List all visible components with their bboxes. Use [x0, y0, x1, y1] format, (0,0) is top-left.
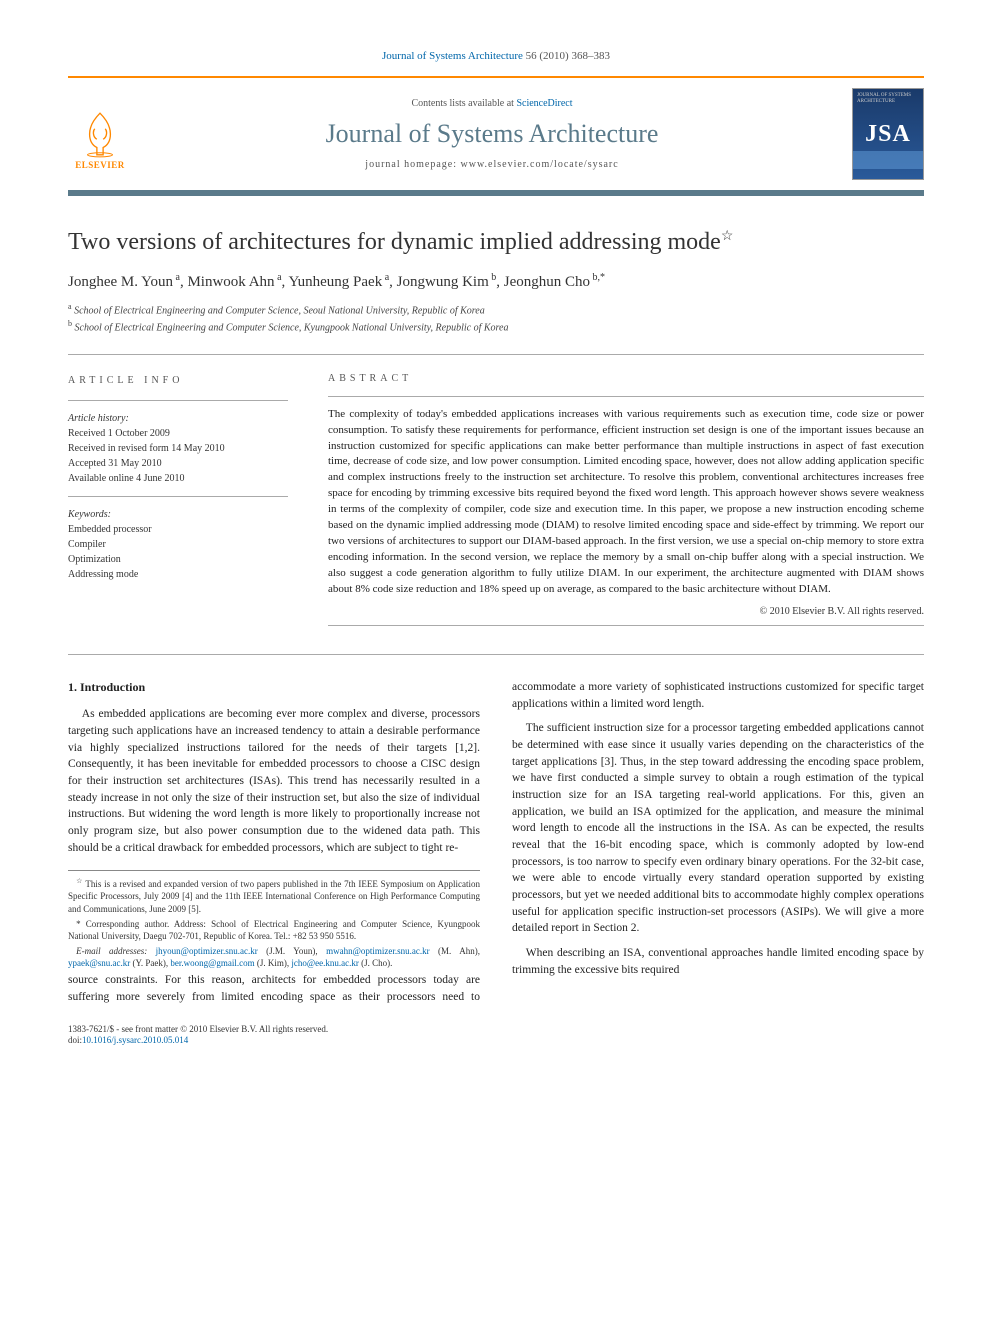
author-5: Jeonghun Cho: [504, 274, 590, 290]
article-info-heading: ARTICLE INFO: [68, 373, 288, 388]
body-p3: The sufficient instruction size for a pr…: [512, 720, 924, 937]
mast-homepage-url[interactable]: www.elsevier.com/locate/sysarc: [461, 159, 619, 170]
author-1: Jonghee M. Youn: [68, 274, 173, 290]
abstract-column: ABSTRACT The complexity of today's embed…: [328, 373, 924, 626]
section-divider: [68, 654, 924, 655]
history-revised: Received in revised form 14 May 2010: [68, 441, 288, 456]
footnote-corresponding: * Corresponding author. Address: School …: [68, 918, 480, 942]
mast-contents-line: Contents lists available at ScienceDirec…: [152, 98, 832, 109]
history-label: Article history:: [68, 411, 288, 426]
elsevier-logo-text: ELSEVIER: [75, 160, 125, 170]
author-2-aff: a: [275, 272, 282, 283]
elsevier-logo: ELSEVIER: [68, 98, 132, 170]
abstract-heading: ABSTRACT: [328, 373, 924, 384]
mast-homepage: journal homepage: www.elsevier.com/locat…: [152, 159, 832, 170]
author-2: Minwook Ahn: [187, 274, 274, 290]
top-citation-journal-link[interactable]: Journal of Systems Architecture: [382, 50, 523, 62]
top-citation: Journal of Systems Architecture 56 (2010…: [68, 50, 924, 62]
masthead: ELSEVIER Contents lists available at Sci…: [68, 76, 924, 196]
section-1-heading: 1. Introduction: [68, 679, 480, 696]
body-columns: 1. Introduction As embedded applications…: [68, 679, 924, 1006]
corresponding-star: *: [600, 272, 605, 283]
sciencedirect-link[interactable]: ScienceDirect: [516, 98, 572, 109]
keyword-2: Optimization: [68, 552, 288, 567]
email-3[interactable]: ber.woong@gmail.com: [170, 958, 254, 968]
history-received: Received 1 October 2009: [68, 426, 288, 441]
email-1[interactable]: mwahn@optimizer.snu.ac.kr: [326, 946, 430, 956]
author-list: Jonghee M. Youn a, Minwook Ahn a, Yunheu…: [68, 272, 924, 291]
mast-journal-name: Journal of Systems Architecture: [152, 119, 832, 149]
meta-row: ARTICLE INFO Article history: Received 1…: [68, 354, 924, 626]
mast-contents-prefix: Contents lists available at: [411, 98, 516, 109]
footnote-emails: E-mail addresses: jhyoun@optimizer.snu.a…: [68, 945, 480, 969]
affiliations: a School of Electrical Engineering and C…: [68, 301, 924, 336]
affil-a: a School of Electrical Engineering and C…: [68, 301, 924, 318]
elsevier-tree-icon: [74, 108, 126, 160]
keyword-3: Addressing mode: [68, 567, 288, 582]
article-title: Two versions of architectures for dynami…: [68, 228, 924, 256]
email-0[interactable]: jhyoun@optimizer.snu.ac.kr: [156, 946, 258, 956]
abstract-text: The complexity of today's embedded appli…: [328, 407, 924, 598]
body-p1: As embedded applications are becoming ev…: [68, 706, 480, 856]
doi-line: doi:10.1016/j.sysarc.2010.05.014: [68, 1035, 924, 1047]
keyword-1: Compiler: [68, 537, 288, 552]
bottom-matter: 1383-7621/$ - see front matter © 2010 El…: [68, 1024, 924, 1047]
author-3-aff: a: [382, 272, 389, 283]
author-4-aff: b: [489, 272, 497, 283]
cover-band: [853, 151, 923, 169]
keyword-0: Embedded processor: [68, 522, 288, 537]
journal-cover-thumbnail: JOURNAL OF SYSTEMS ARCHITECTURE JSA: [852, 88, 924, 180]
history-accepted: Accepted 31 May 2010: [68, 456, 288, 471]
front-matter-line: 1383-7621/$ - see front matter © 2010 El…: [68, 1024, 924, 1036]
doi-link[interactable]: 10.1016/j.sysarc.2010.05.014: [82, 1035, 188, 1045]
history-online: Available online 4 June 2010: [68, 471, 288, 486]
email-2[interactable]: ypaek@snu.ac.kr: [68, 958, 130, 968]
author-4: Jongwung Kim: [397, 274, 489, 290]
footnote-star: ☆ This is a revised and expanded version…: [68, 877, 480, 914]
cover-small-text: JOURNAL OF SYSTEMS ARCHITECTURE: [857, 93, 919, 104]
author-3: Yunheung Paek: [288, 274, 382, 290]
mast-homepage-prefix: journal homepage:: [365, 159, 460, 170]
affil-b: b School of Electrical Engineering and C…: [68, 318, 924, 335]
cover-jsa-text: JSA: [865, 121, 911, 148]
footnotes-block: ☆ This is a revised and expanded version…: [68, 870, 480, 969]
doi-prefix: doi:: [68, 1035, 82, 1045]
abstract-copyright: © 2010 Elsevier B.V. All rights reserved…: [328, 606, 924, 617]
title-footnote-star: ☆: [721, 229, 734, 244]
author-5-aff: b,: [590, 272, 600, 283]
email-4[interactable]: jcho@ee.knu.ac.kr: [291, 958, 359, 968]
author-1-aff: a: [173, 272, 180, 283]
keywords-label: Keywords:: [68, 507, 288, 522]
body-p4: When describing an ISA, conventional app…: [512, 945, 924, 978]
mast-center: Contents lists available at ScienceDirec…: [152, 98, 832, 170]
title-text: Two versions of architectures for dynami…: [68, 229, 721, 255]
emails-label: E-mail addresses:: [76, 946, 156, 956]
article-info-column: ARTICLE INFO Article history: Received 1…: [68, 373, 288, 626]
top-citation-vol: 56 (2010) 368–383: [523, 50, 610, 62]
